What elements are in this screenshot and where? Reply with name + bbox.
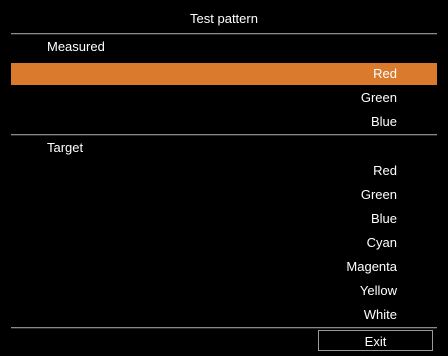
- measured-item-red[interactable]: Red: [11, 63, 437, 85]
- target-item-red[interactable]: Red: [11, 160, 437, 182]
- menu-title: Test pattern: [190, 11, 258, 26]
- target-item-magenta[interactable]: Magenta: [11, 256, 437, 278]
- title-divider: [11, 33, 437, 35]
- footer-divider: [11, 327, 437, 329]
- target-item-white[interactable]: White: [11, 304, 437, 326]
- target-item-cyan[interactable]: Cyan: [11, 232, 437, 254]
- measured-section-label: Measured: [47, 39, 105, 54]
- section-divider: [11, 134, 437, 136]
- exit-button[interactable]: Exit: [318, 330, 433, 351]
- osd-menu-frame: Test pattern Measured Red Green Blue Tar…: [0, 0, 448, 356]
- test-pattern-menu: Test pattern Measured Red Green Blue Tar…: [9, 7, 439, 353]
- target-section-label: Target: [47, 140, 84, 155]
- measured-item-blue[interactable]: Blue: [11, 111, 437, 133]
- target-item-blue[interactable]: Blue: [11, 208, 437, 230]
- target-item-yellow[interactable]: Yellow: [11, 280, 437, 302]
- measured-item-green[interactable]: Green: [11, 87, 437, 109]
- target-item-green[interactable]: Green: [11, 184, 437, 206]
